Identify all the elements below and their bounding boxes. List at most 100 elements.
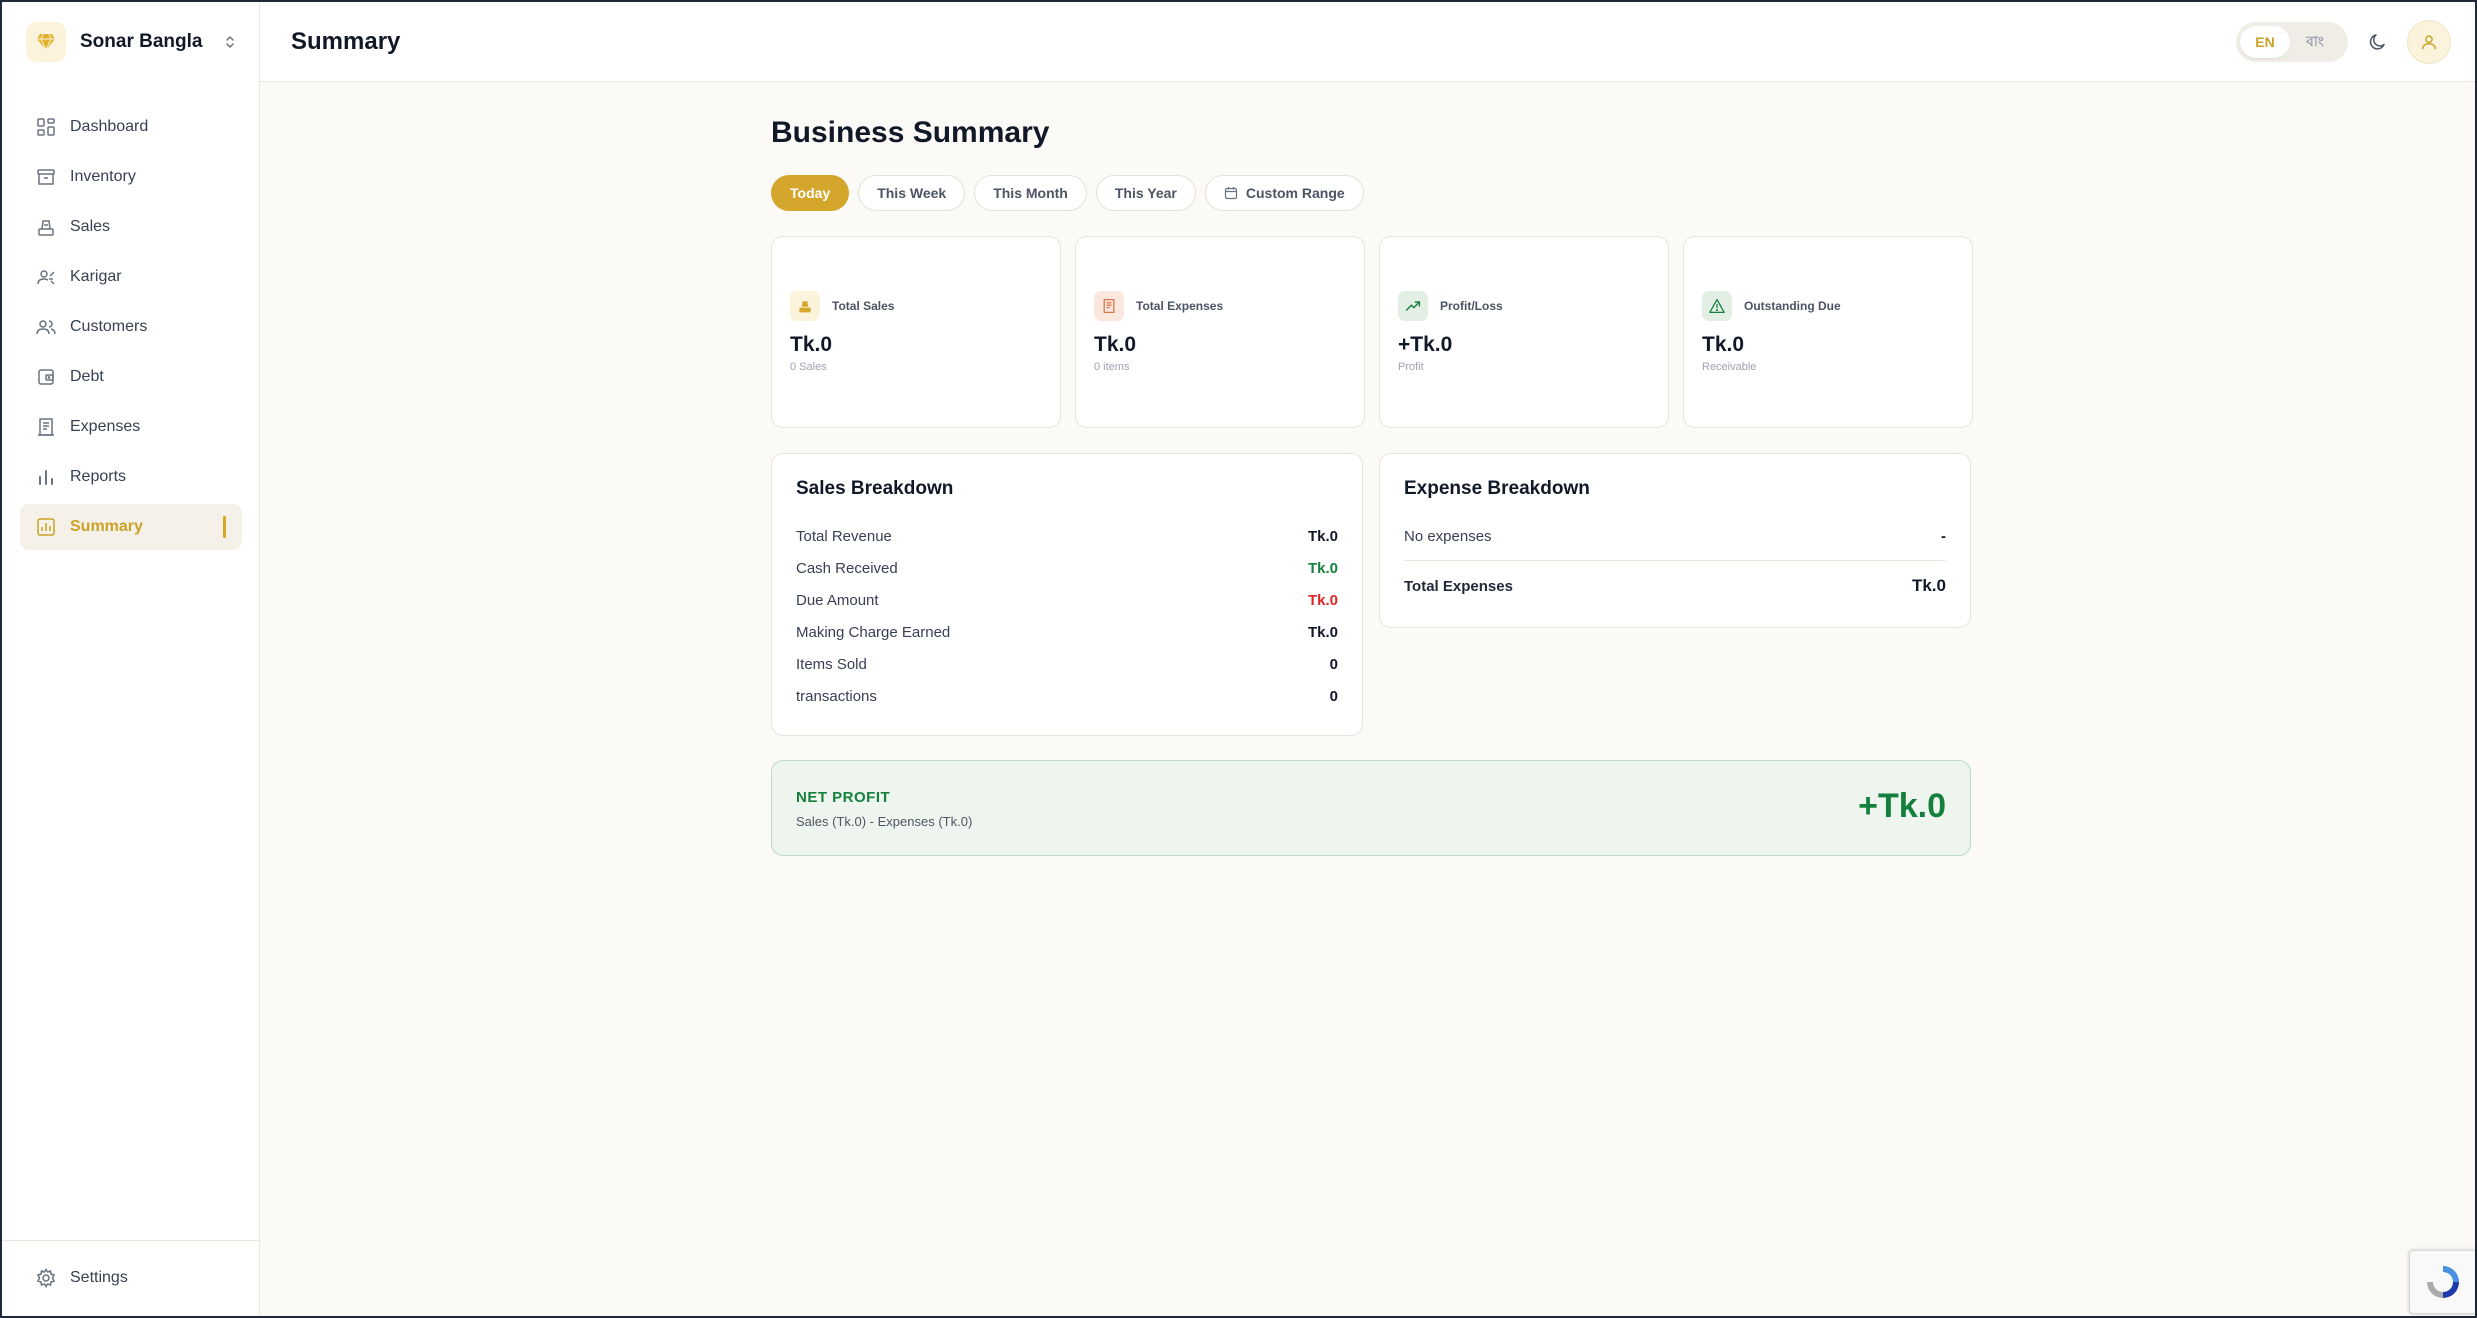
breakdown-row: Total Revenue Tk.0	[796, 524, 1338, 548]
sidebar-item-settings[interactable]: Settings	[20, 1255, 242, 1301]
panel-title: Expense Breakdown	[1404, 478, 1590, 499]
row-value: Tk.0	[1307, 623, 1338, 641]
row-label: No expenses	[1404, 527, 1492, 545]
sidebar-item-summary[interactable]: Summary	[20, 504, 242, 550]
row-value: 0	[1329, 687, 1338, 705]
row-value: Tk.0	[1911, 576, 1946, 595]
sidebar-item-debt[interactable]: Debt	[20, 354, 242, 400]
row-value: Tk.0	[1307, 591, 1338, 609]
range-tab-custom-range[interactable]: Custom Range	[1204, 175, 1364, 211]
stat-value: Tk.0	[1702, 333, 1745, 356]
brand-name: Sonar Bangla	[80, 31, 203, 52]
bar-chart-icon	[39, 470, 53, 485]
top-header: Summary EN বাং	[260, 2, 2475, 82]
stat-value: Tk.0	[1094, 333, 1137, 356]
row-label: Making Charge Earned	[796, 623, 951, 641]
row-label: Items Sold	[796, 655, 867, 673]
scale-icon	[790, 291, 820, 321]
divider	[1404, 560, 1946, 561]
gear-icon	[36, 1268, 56, 1288]
sidebar-item-dashboard[interactable]: Dashboard	[20, 104, 242, 150]
stat-value: Tk.0	[790, 333, 833, 356]
user-avatar-icon[interactable]	[2407, 20, 2451, 64]
sidebar-item-expenses[interactable]: Expenses	[20, 404, 242, 450]
stat-label: Total Sales	[832, 299, 895, 313]
breakdown-row: Making Charge Earned Tk.0	[796, 620, 1338, 644]
stat-card-total-expenses: Total Expenses Tk.0 0 items	[1075, 236, 1365, 428]
range-tab-this-year[interactable]: This Year	[1095, 175, 1196, 211]
stat-subtext: 0 Sales	[790, 361, 827, 373]
scale-icon	[38, 220, 54, 236]
lang-option-en[interactable]: EN	[2240, 26, 2290, 58]
sidebar-item-label: Dashboard	[70, 118, 149, 135]
stat-label: Outstanding Due	[1744, 299, 1841, 313]
language-toggle[interactable]: EN বাং	[2236, 22, 2348, 62]
row-label: Due Amount	[796, 591, 879, 609]
net-profit-label: NET PROFIT	[796, 789, 891, 806]
range-tab-this-week[interactable]: This Week	[858, 175, 966, 211]
recaptcha-badge-icon[interactable]	[2409, 1250, 2475, 1314]
sidebar-item-label: Sales	[70, 218, 111, 235]
box-icon	[37, 169, 55, 185]
sidebar-item-label: Debt	[70, 368, 104, 385]
brand-switcher[interactable]: Sonar Bangla	[26, 20, 242, 64]
settings-label: Settings	[70, 1269, 128, 1286]
sidebar-nav: Dashboard Inventory Sales Karigar Custom…	[20, 104, 242, 554]
users-icon	[36, 320, 56, 335]
sidebar-item-reports[interactable]: Reports	[20, 454, 242, 500]
expense-breakdown-panel: Expense Breakdown No expenses - Total Ex…	[1379, 453, 1971, 628]
receipt-icon	[38, 418, 54, 436]
moon-icon[interactable]	[2363, 27, 2393, 57]
business-summary-title: Business Summary	[771, 116, 1050, 149]
calendar-icon	[1224, 187, 1237, 200]
stat-subtext: Receivable	[1702, 361, 1757, 373]
row-value: -	[1941, 527, 1946, 545]
sidebar-item-sales[interactable]: Sales	[20, 204, 242, 250]
breakdown-row: Items Sold 0	[796, 652, 1338, 676]
chevron-up-down-icon[interactable]	[218, 28, 242, 56]
sidebar-item-karigar[interactable]: Karigar	[20, 254, 242, 300]
sidebar: Sonar Bangla Dashboard Inventory Sales K…	[2, 2, 260, 1316]
user-tool-icon	[37, 270, 55, 285]
breakdown-row: Due Amount Tk.0	[796, 588, 1338, 612]
lang-option-bn[interactable]: বাং	[2290, 26, 2340, 58]
sidebar-item-customers[interactable]: Customers	[20, 304, 242, 350]
row-label: Total Expenses	[1404, 577, 1513, 595]
stat-card-outstanding-due: Outstanding Due Tk.0 Receivable	[1683, 236, 1973, 428]
stat-card-total-sales: Total Sales Tk.0 0 Sales	[771, 236, 1061, 428]
warning-triangle-icon	[1702, 291, 1732, 321]
custom-range-label: Custom Range	[1245, 185, 1345, 201]
diamond-logo-icon	[26, 22, 66, 62]
range-tab-this-month[interactable]: This Month	[974, 175, 1087, 211]
stat-subtext: Profit	[1398, 361, 1424, 373]
page-title: Summary	[291, 28, 401, 55]
stat-card-profit-loss: Profit/Loss +Tk.0 Profit	[1379, 236, 1669, 428]
row-value: Tk.0	[1307, 559, 1338, 577]
wallet-icon	[38, 369, 54, 385]
sales-breakdown-panel: Sales Breakdown Total Revenue Tk.0 Cash …	[771, 453, 1363, 736]
sidebar-item-label: Expenses	[70, 418, 141, 435]
row-value: Tk.0	[1307, 527, 1338, 545]
stat-value: +Tk.0	[1398, 333, 1453, 356]
breakdown-row: transactions 0	[796, 684, 1338, 708]
sidebar-item-inventory[interactable]: Inventory	[20, 154, 242, 200]
grid-icon	[37, 118, 55, 136]
expense-total-row: Total Expenses Tk.0	[1404, 574, 1946, 598]
row-label: transactions	[796, 687, 877, 705]
sidebar-footer: Settings	[2, 1240, 259, 1316]
sidebar-item-label: Customers	[70, 318, 148, 335]
sidebar-item-label: Karigar	[70, 268, 122, 285]
row-value: 0	[1329, 655, 1338, 673]
date-range-tabs: Today This Week This Month This Year Cus…	[771, 175, 1373, 211]
net-profit-banner: NET PROFIT Sales (Tk.0) - Expenses (Tk.0…	[771, 760, 1971, 856]
net-profit-value: +Tk.0	[1858, 787, 1946, 825]
range-tab-today[interactable]: Today	[771, 175, 850, 211]
stat-subtext: 0 items	[1094, 361, 1130, 373]
breakdown-row: Cash Received Tk.0	[796, 556, 1338, 580]
sidebar-item-label: Inventory	[70, 168, 136, 185]
chart-box-icon	[37, 518, 55, 536]
sidebar-item-label: Summary	[70, 518, 143, 535]
row-label: Cash Received	[796, 559, 898, 577]
panel-title: Sales Breakdown	[796, 478, 954, 499]
receipt-icon	[1094, 291, 1124, 321]
